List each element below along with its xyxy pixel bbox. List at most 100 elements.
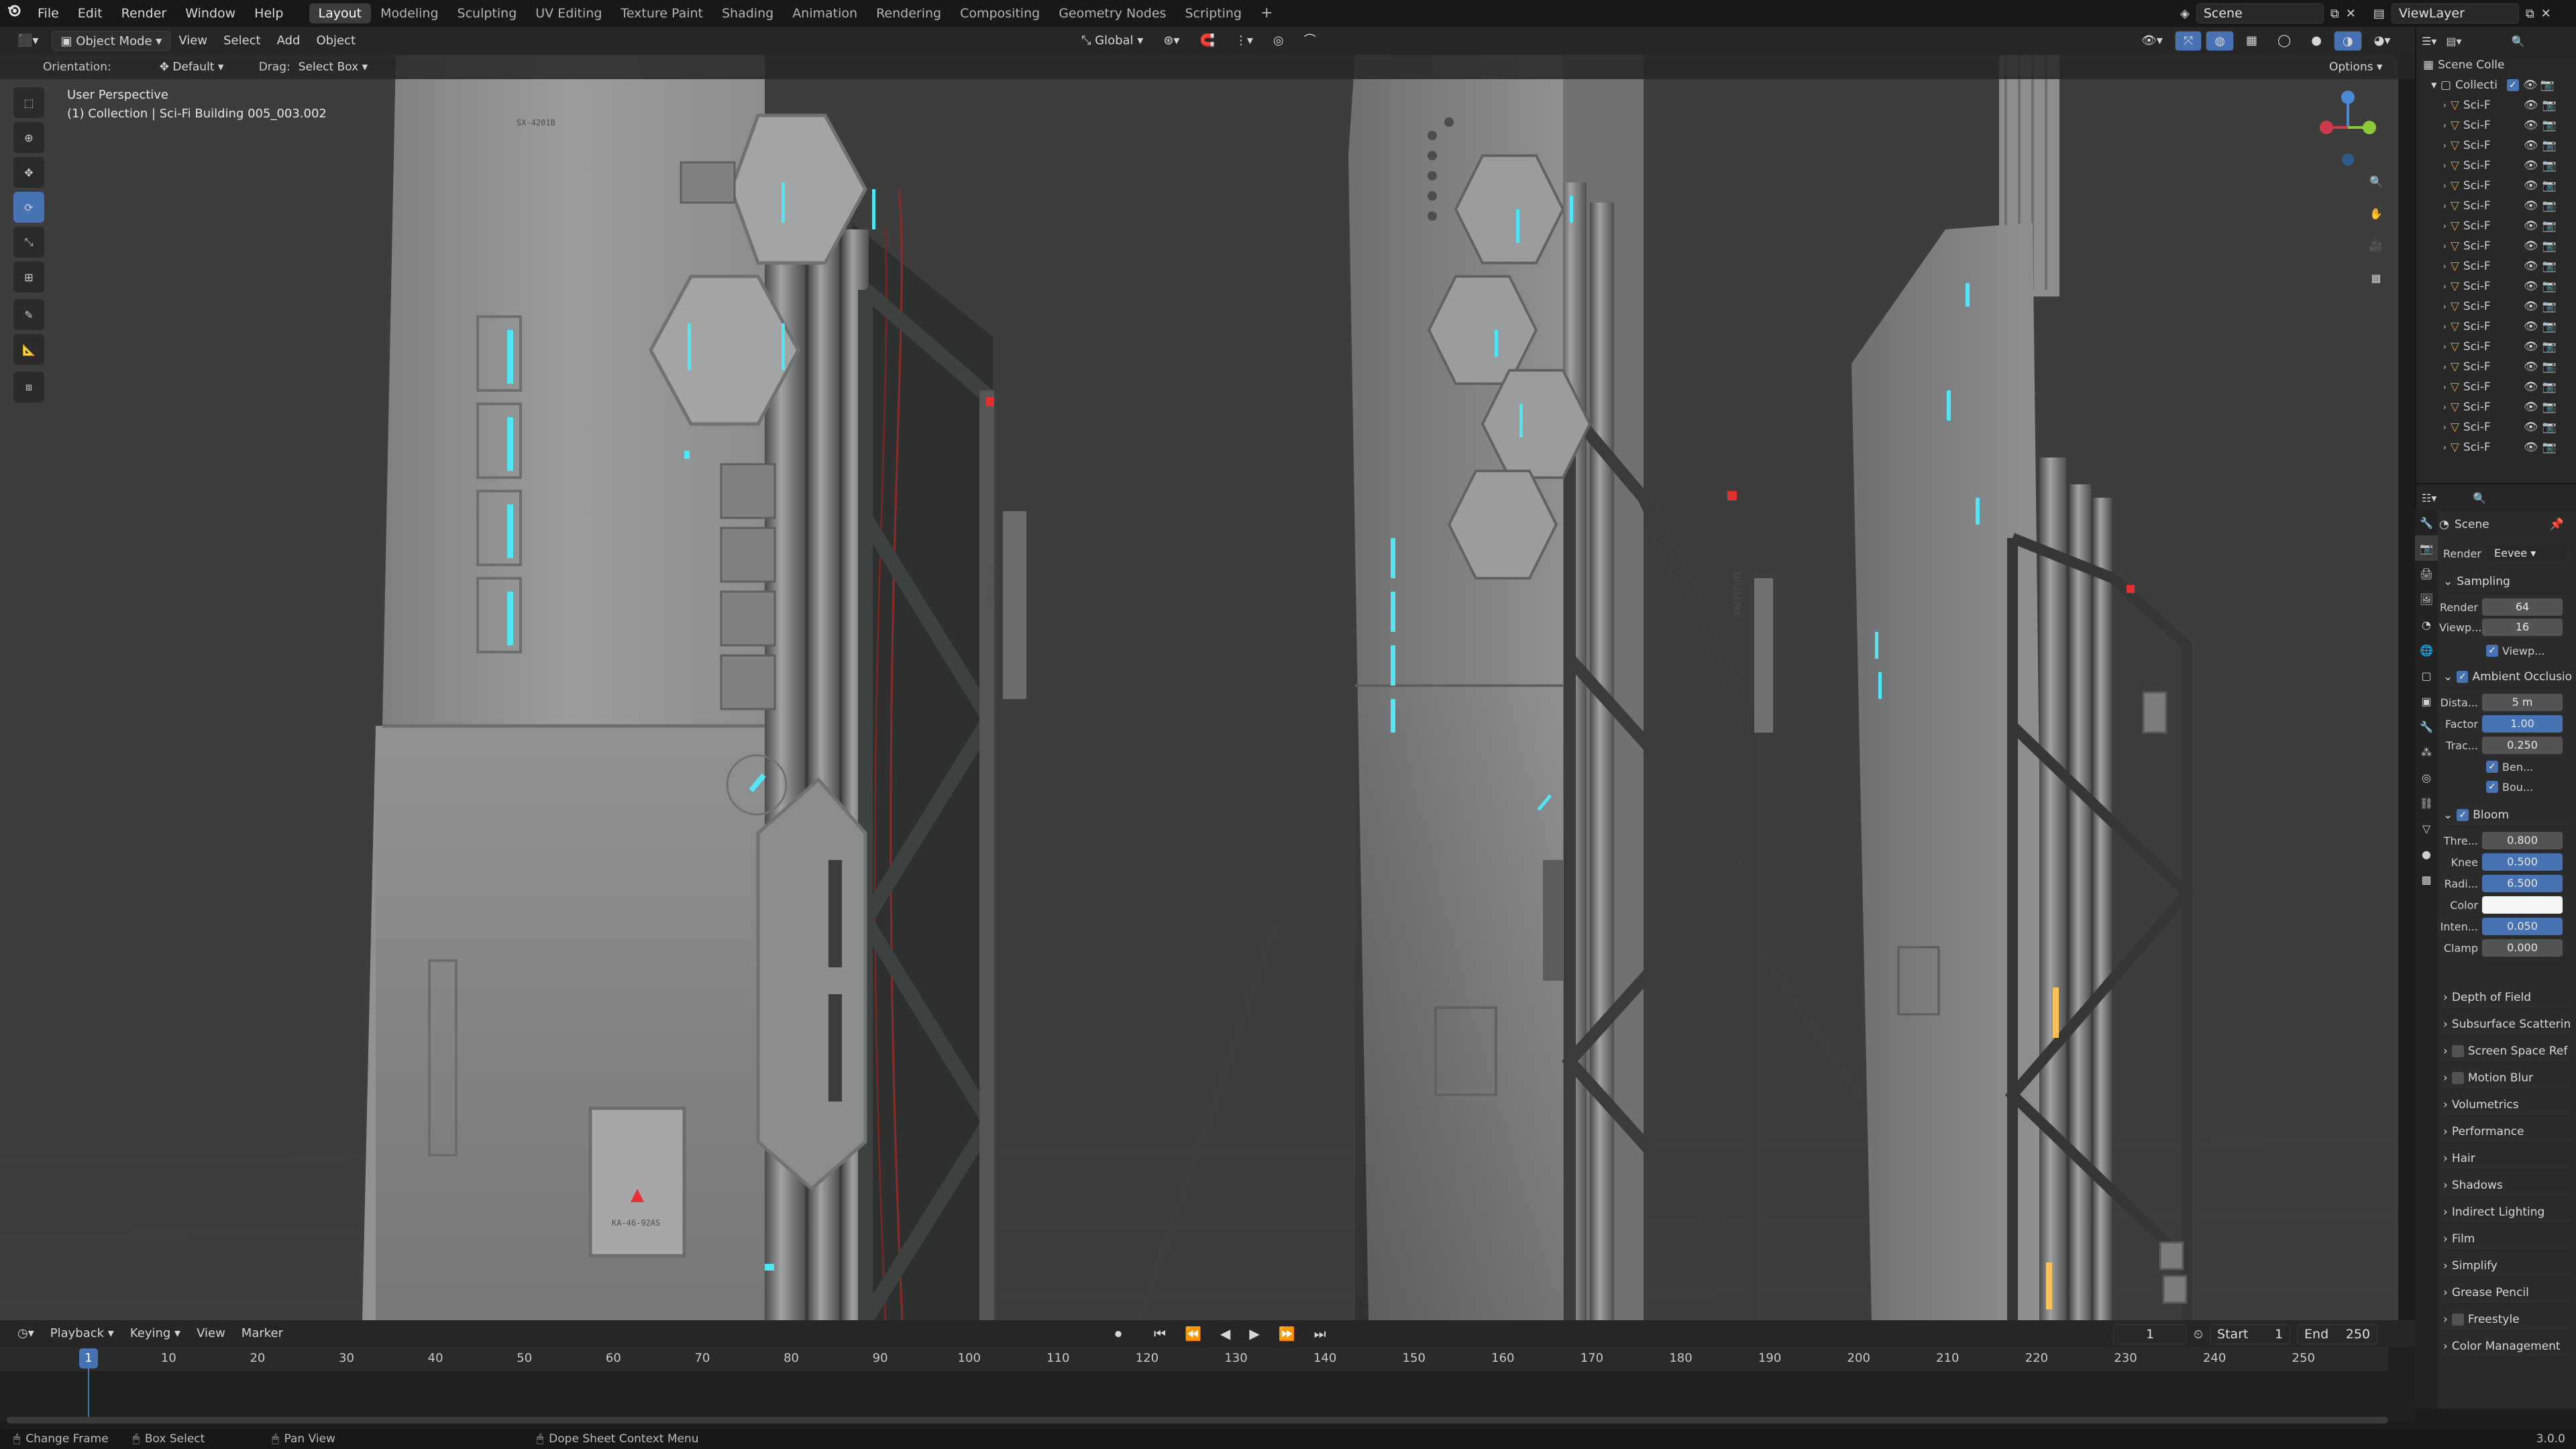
collapsed-panel-header[interactable]: › Indirect Lighting — [2439, 1201, 2572, 1224]
viewport-denoise-checkbox[interactable]: ✓ — [2486, 645, 2498, 657]
menu-add[interactable]: Add — [269, 31, 309, 51]
render-camera-icon[interactable]: 📷 — [2542, 441, 2556, 454]
cursor-tool-icon[interactable]: ⊕ — [13, 122, 44, 153]
shading-wireframe-icon[interactable]: ◯ — [2269, 31, 2299, 51]
outliner-item[interactable]: › ▽ Sci-F 👁 📷 — [2416, 337, 2576, 357]
expand-arrow-icon[interactable]: › — [2443, 262, 2447, 271]
tab-shading[interactable]: Shading — [712, 3, 783, 23]
tab-compositing[interactable]: Compositing — [951, 3, 1049, 23]
visibility-eye-icon[interactable]: 👁 — [2524, 179, 2538, 193]
bloom-color-swatch[interactable] — [2482, 896, 2563, 914]
render-camera-icon[interactable]: 📷 — [2542, 340, 2556, 354]
render-camera-icon[interactable]: 📷 — [2542, 219, 2556, 233]
collapsed-panel-header[interactable]: › Simplify — [2439, 1254, 2572, 1277]
delete-view-layer-icon[interactable]: ✕ — [2541, 7, 2551, 21]
menu-edit[interactable]: Edit — [68, 0, 112, 27]
visibility-icon[interactable]: 👁▾ — [2133, 31, 2171, 51]
menu-marker[interactable]: Marker — [233, 1324, 291, 1344]
visibility-eye-icon[interactable]: 👁 — [2524, 400, 2538, 414]
menu-timeline-view[interactable]: View — [189, 1324, 233, 1344]
expand-arrow-icon[interactable]: › — [2443, 402, 2447, 412]
snap-target-icon[interactable]: ⋮▾ — [1227, 31, 1261, 51]
visibility-eye-icon[interactable]: 👁 — [2524, 219, 2538, 233]
menu-view[interactable]: View — [170, 31, 215, 51]
outliner-item[interactable]: › ▽ Sci-F 👁 📷 — [2416, 156, 2576, 176]
menu-playback[interactable]: Playback ▾ — [42, 1324, 122, 1344]
snap-icon[interactable]: 🧲 — [1191, 31, 1222, 51]
ao-panel-header[interactable]: ⌄ ✓ Ambient Occlusio — [2439, 665, 2572, 688]
next-keyframe-icon[interactable]: ⏩ — [1271, 1324, 1303, 1344]
record-icon[interactable]: ⏺ — [1107, 1324, 1130, 1344]
visibility-eye-icon[interactable]: 👁 — [2524, 380, 2538, 394]
view-layer-selector[interactable]: ViewLayer — [2391, 3, 2519, 23]
render-camera-icon[interactable]: 📷 — [2542, 179, 2556, 193]
outliner-item[interactable]: › ▽ Sci-F 👁 📷 — [2416, 256, 2576, 276]
menu-render[interactable]: Render — [112, 0, 176, 27]
outliner-item[interactable]: › ▽ Sci-F 👁 📷 — [2416, 437, 2576, 458]
outliner-item[interactable]: › ▽ Sci-F 👁 📷 — [2416, 216, 2576, 236]
outliner-item[interactable]: › ▽ Sci-F 👁 📷 — [2416, 176, 2576, 196]
outliner-item[interactable]: › ▽ Sci-F 👁 📷 — [2416, 276, 2576, 297]
move-tool-icon[interactable]: ✥ — [13, 157, 44, 188]
expand-arrow-icon[interactable]: › — [2443, 282, 2447, 291]
tab-layout[interactable]: Layout — [309, 3, 372, 23]
visibility-eye-icon[interactable]: 👁 — [2524, 260, 2538, 273]
menu-file[interactable]: File — [28, 0, 68, 27]
render-camera-icon[interactable]: 📷 — [2542, 159, 2556, 172]
play-reverse-icon[interactable]: ◀ — [1212, 1324, 1238, 1344]
clock-icon[interactable]: ⏲ — [2194, 1328, 2203, 1342]
collapsed-panel-header[interactable]: › Depth of Field — [2439, 986, 2572, 1009]
mode-selector[interactable]: ▣ Object Mode ▾ — [52, 31, 171, 51]
render-camera-icon[interactable]: 📷 — [2542, 119, 2556, 132]
pan-hand-icon[interactable]: ✋ — [2363, 200, 2390, 227]
tab-texture-paint[interactable]: Texture Paint — [611, 3, 712, 23]
bloom-enable-checkbox[interactable]: ✓ — [2457, 808, 2469, 821]
expand-arrow-icon[interactable]: › — [2443, 443, 2447, 452]
collapsed-panel-header[interactable]: › Film — [2439, 1228, 2572, 1250]
expand-arrow-icon[interactable]: › — [2443, 121, 2447, 130]
bloom-knee-field[interactable]: 0.500 — [2482, 853, 2563, 871]
expand-arrow-icon[interactable]: › — [2443, 201, 2447, 211]
start-frame-field[interactable]: Start 1 — [2210, 1324, 2291, 1344]
shading-material-icon[interactable]: ◑ — [2333, 31, 2362, 51]
timeline-editor-icon[interactable]: ◷▾ — [9, 1324, 42, 1344]
expand-arrow-icon[interactable]: › — [2443, 423, 2447, 432]
collapsed-panel-header[interactable]: › Color Management — [2439, 1335, 2572, 1358]
collapsed-panel-header[interactable]: › Performance — [2439, 1120, 2572, 1143]
outliner-item[interactable]: › ▽ Sci-F 👁 📷 — [2416, 357, 2576, 377]
outliner-item[interactable]: › ▽ Sci-F 👁 📷 — [2416, 136, 2576, 156]
rotate-tool-icon[interactable]: ⟳ — [13, 192, 44, 223]
navigation-gizmo[interactable] — [2308, 87, 2388, 168]
playhead[interactable]: 1 — [79, 1348, 98, 1368]
visibility-eye-icon[interactable]: 👁 — [2524, 320, 2538, 333]
drag-selector[interactable]: Select Box ▾ — [290, 57, 376, 77]
menu-keying[interactable]: Keying ▾ — [122, 1324, 189, 1344]
render-camera-icon[interactable]: 📷 — [2542, 260, 2556, 273]
blender-logo-icon[interactable] — [0, 0, 28, 27]
outliner-editor-icon[interactable]: ☰▾ — [2422, 35, 2436, 48]
visibility-eye-icon[interactable]: 👁 — [2524, 199, 2538, 213]
outliner-search-icon[interactable]: 🔍 — [2512, 35, 2525, 48]
expand-arrow-icon[interactable]: › — [2443, 362, 2447, 372]
render-camera-icon[interactable]: 📷 — [2542, 239, 2556, 253]
jump-start-icon[interactable]: ⏮ — [1146, 1324, 1174, 1344]
render-camera-icon[interactable]: 📷 — [2542, 360, 2556, 374]
tab-uv-editing[interactable]: UV Editing — [526, 3, 611, 23]
expand-arrow-icon[interactable]: › — [2443, 101, 2447, 110]
outliner-item[interactable]: › ▽ Sci-F 👁 📷 — [2416, 297, 2576, 317]
options-button[interactable]: Options ▾ — [2321, 57, 2391, 77]
render-engine-select[interactable]: Eevee ▾ — [2486, 545, 2567, 562]
bloom-threshold-field[interactable]: 0.800 — [2482, 832, 2563, 849]
tab-scripting[interactable]: Scripting — [1175, 3, 1251, 23]
expand-arrow-icon[interactable]: › — [2443, 161, 2447, 170]
collection-render-icon[interactable]: 📷 — [2540, 78, 2555, 92]
zoom-icon[interactable]: 🔍 — [2363, 168, 2390, 195]
render-camera-icon[interactable]: 📷 — [2542, 400, 2556, 414]
expand-arrow-icon[interactable]: › — [2443, 322, 2447, 331]
render-camera-icon[interactable]: 📷 — [2542, 199, 2556, 213]
expand-arrow-icon[interactable]: › — [2443, 302, 2447, 311]
outliner-item[interactable]: › ▽ Sci-F 👁 📷 — [2416, 196, 2576, 216]
pivot-point-icon[interactable]: ⊛▾ — [1155, 31, 1187, 51]
tab-modeling[interactable]: Modeling — [371, 3, 447, 23]
visibility-eye-icon[interactable]: 👁 — [2524, 239, 2538, 253]
